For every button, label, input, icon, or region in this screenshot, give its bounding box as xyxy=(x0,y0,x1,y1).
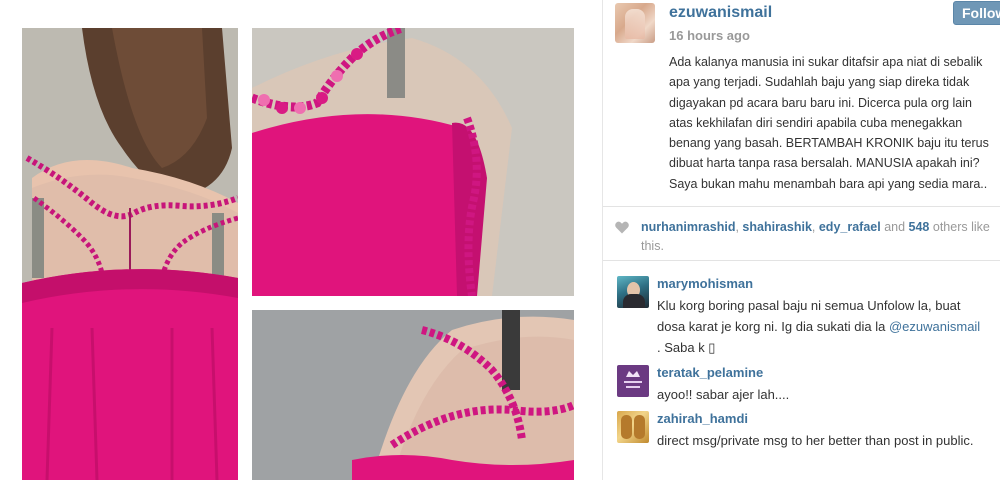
comment-username[interactable]: zahirah_hamdi xyxy=(657,411,748,426)
heart-icon[interactable] xyxy=(615,221,629,234)
comment-item: marymohisman Klu korg boring pasal baju … xyxy=(615,276,997,356)
liker-link[interactable]: nurhanimrashid xyxy=(641,220,735,234)
mention-link[interactable]: @ezuwanismail xyxy=(889,319,980,334)
liker-link[interactable]: edy_rafael xyxy=(819,220,881,234)
divider xyxy=(603,260,1000,261)
photo-collage xyxy=(22,28,578,480)
photo-back-view xyxy=(22,28,238,480)
comment-text: ayoo!! sabar ajer lah.... xyxy=(657,387,790,402)
liker-link[interactable]: shahirashik xyxy=(742,220,811,234)
post-timestamp[interactable]: 16 hours ago xyxy=(669,28,750,43)
follow-button[interactable]: Follow xyxy=(953,1,1000,25)
owner-avatar[interactable] xyxy=(615,3,655,43)
likes-count[interactable]: 548 xyxy=(909,220,930,234)
likes-text: nurhanimrashid, shahirashik, edy_rafael … xyxy=(641,220,990,253)
comment-item: teratak_pelamine ayoo!! sabar ajer lah..… xyxy=(615,365,997,405)
crown-icon xyxy=(624,371,642,388)
photo-shoulder-detail xyxy=(252,28,574,296)
comment-text: Klu korg boring pasal baju ni semua Unfo… xyxy=(657,298,981,355)
post-sidebar: ezuwanismail 16 hours ago Follow Ada kal… xyxy=(602,0,1000,480)
commenter-avatar[interactable] xyxy=(617,276,649,308)
owner-username[interactable]: ezuwanismail xyxy=(669,4,772,22)
back-detail-illustration xyxy=(252,310,574,480)
comment-text: direct msg/private msg to her better tha… xyxy=(657,433,974,448)
post-photo[interactable] xyxy=(0,0,602,480)
commenter-avatar[interactable] xyxy=(617,411,649,443)
post-caption: Ada kalanya manusia ini sukar ditafsir a… xyxy=(669,55,989,191)
shoulder-illustration xyxy=(252,28,574,296)
comment-username[interactable]: teratak_pelamine xyxy=(657,365,763,380)
comment-item: zahirah_hamdi direct msg/private msg to … xyxy=(615,411,997,471)
back-view-illustration xyxy=(22,28,238,480)
photo-back-detail xyxy=(252,310,574,480)
divider xyxy=(603,206,1000,207)
comment-username[interactable]: marymohisman xyxy=(657,276,753,291)
post-header: ezuwanismail 16 hours ago Follow Ada kal… xyxy=(603,0,1000,205)
commenter-avatar[interactable] xyxy=(617,365,649,397)
